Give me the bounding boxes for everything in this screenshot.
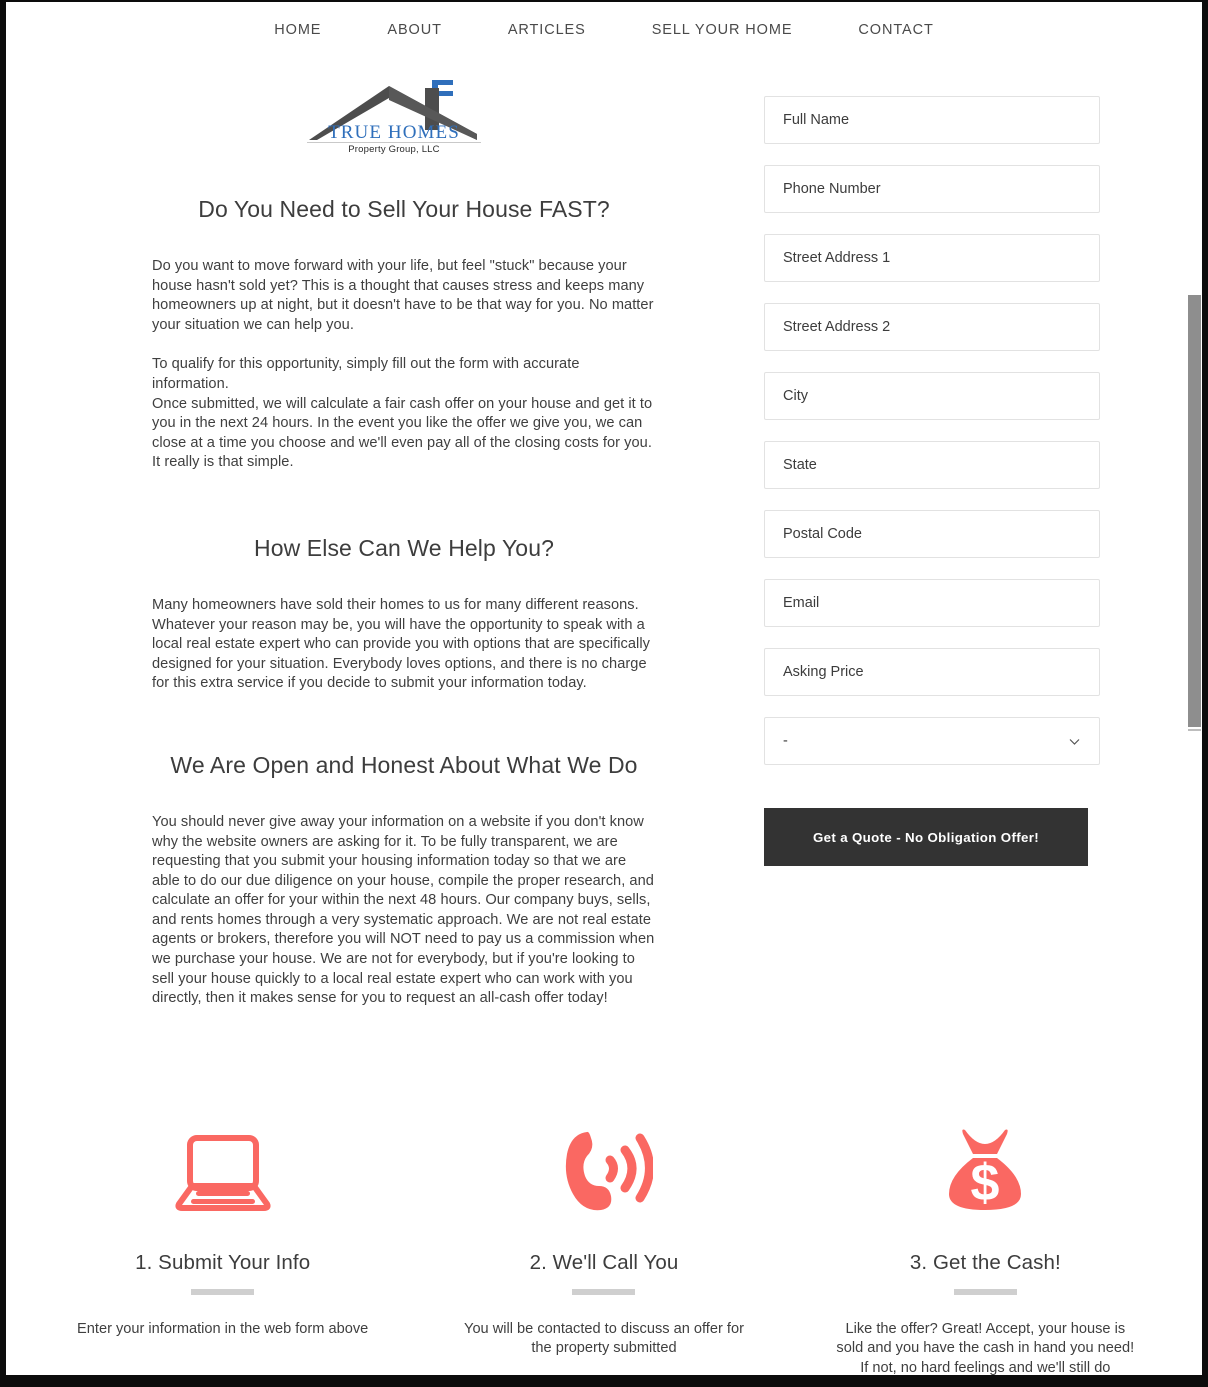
asking-price-input[interactable]: Asking Price [764, 648, 1100, 696]
browser-window-frame: HOME ABOUT ARTICLES SELL YOUR HOME CONTA… [0, 0, 1208, 1387]
logo-title: TRUE HOMES [328, 122, 460, 143]
step-divider [191, 1288, 255, 1295]
paragraph-intro: Do you want to move forward with your li… [152, 258, 654, 333]
step-divider [572, 1288, 636, 1295]
svg-text:$: $ [971, 1154, 1000, 1212]
phone-number-input[interactable]: Phone Number [764, 165, 1100, 213]
step-description: You will be contacted to discuss an offe… [464, 1320, 744, 1357]
main-columns: Do You Need to Sell Your House FAST? Do … [6, 96, 1202, 1029]
page-content: HOME ABOUT ARTICLES SELL YOUR HOME CONTA… [6, 2, 1202, 1375]
step-title: 1. Submit Your Info [135, 1250, 311, 1274]
section-heading-1: Do You Need to Sell Your House FAST? [198, 196, 610, 222]
get-a-quote-button[interactable]: Get a Quote - No Obligation Offer! [764, 808, 1088, 866]
nav-item-home[interactable]: HOME [241, 22, 354, 38]
postal-code-input[interactable]: Postal Code [764, 510, 1100, 558]
full-name-input[interactable]: Full Name [764, 96, 1100, 144]
section-heading-3: We Are Open and Honest About What We Do [170, 751, 638, 778]
paragraph-help: Many homeowners have sold their homes to… [152, 596, 650, 692]
step-well-call-you: 2. We'll Call You You will be contacted … [413, 1111, 794, 1375]
street-address-2-input[interactable]: Street Address 2 [764, 303, 1100, 351]
street-address-1-input[interactable]: Street Address 1 [764, 234, 1100, 282]
chevron-down-icon [1068, 735, 1081, 748]
nav-item-articles[interactable]: ARTICLES [475, 22, 619, 38]
step-description: Enter your information in the web form a… [77, 1320, 369, 1337]
paragraph-transparency: You should never give away your informat… [152, 813, 655, 1007]
scrollbar-thumb-secondary[interactable] [1188, 729, 1201, 731]
main-navigation: HOME ABOUT ARTICLES SELL YOUR HOME CONTA… [6, 2, 1202, 46]
step-get-the-cash: $ 3. Get the Cash! Like the offer? Great… [795, 1111, 1176, 1375]
reason-select-value: - [783, 733, 788, 749]
content-column: Do You Need to Sell Your House FAST? Do … [6, 196, 686, 1029]
money-bag-icon: $ [811, 1111, 1160, 1229]
paragraph-qualify: To qualify for this opportunity, simply … [152, 356, 580, 392]
step-divider [953, 1288, 1017, 1295]
step-submit-your-info: 1. Submit Your Info Enter your informati… [32, 1111, 413, 1375]
vertical-scrollbar[interactable] [1187, 2, 1202, 1375]
nav-item-contact[interactable]: CONTACT [825, 22, 966, 38]
logo-subtitle: Property Group, LLC [348, 144, 440, 155]
nav-item-about[interactable]: ABOUT [354, 22, 474, 38]
state-input[interactable]: State [764, 441, 1100, 489]
city-input[interactable]: City [764, 372, 1100, 420]
reason-select[interactable]: - [764, 717, 1100, 765]
laptop-icon [48, 1111, 397, 1229]
nav-item-sell-your-home[interactable]: SELL YOUR HOME [619, 22, 826, 38]
how-it-works-steps: 1. Submit Your Info Enter your informati… [6, 1111, 1202, 1375]
section-heading-2: How Else Can We Help You? [254, 534, 554, 561]
paragraph-submitted: Once submitted, we will calculate a fair… [152, 395, 653, 471]
step-title: 2. We'll Call You [529, 1250, 679, 1274]
page-viewport: HOME ABOUT ARTICLES SELL YOUR HOME CONTA… [6, 2, 1202, 1375]
step-title: 3. Get the Cash! [909, 1250, 1061, 1274]
lead-capture-form: Full Name Phone Number Street Address 1 … [686, 96, 1166, 866]
step-description: Like the offer? Great! Accept, your hous… [836, 1320, 1135, 1375]
site-logo[interactable]: TRUE HOMES Property Group, LLC [6, 74, 782, 156]
email-input[interactable]: Email [764, 579, 1100, 627]
ringing-phone-icon [429, 1111, 778, 1229]
scrollbar-thumb[interactable] [1188, 295, 1201, 727]
